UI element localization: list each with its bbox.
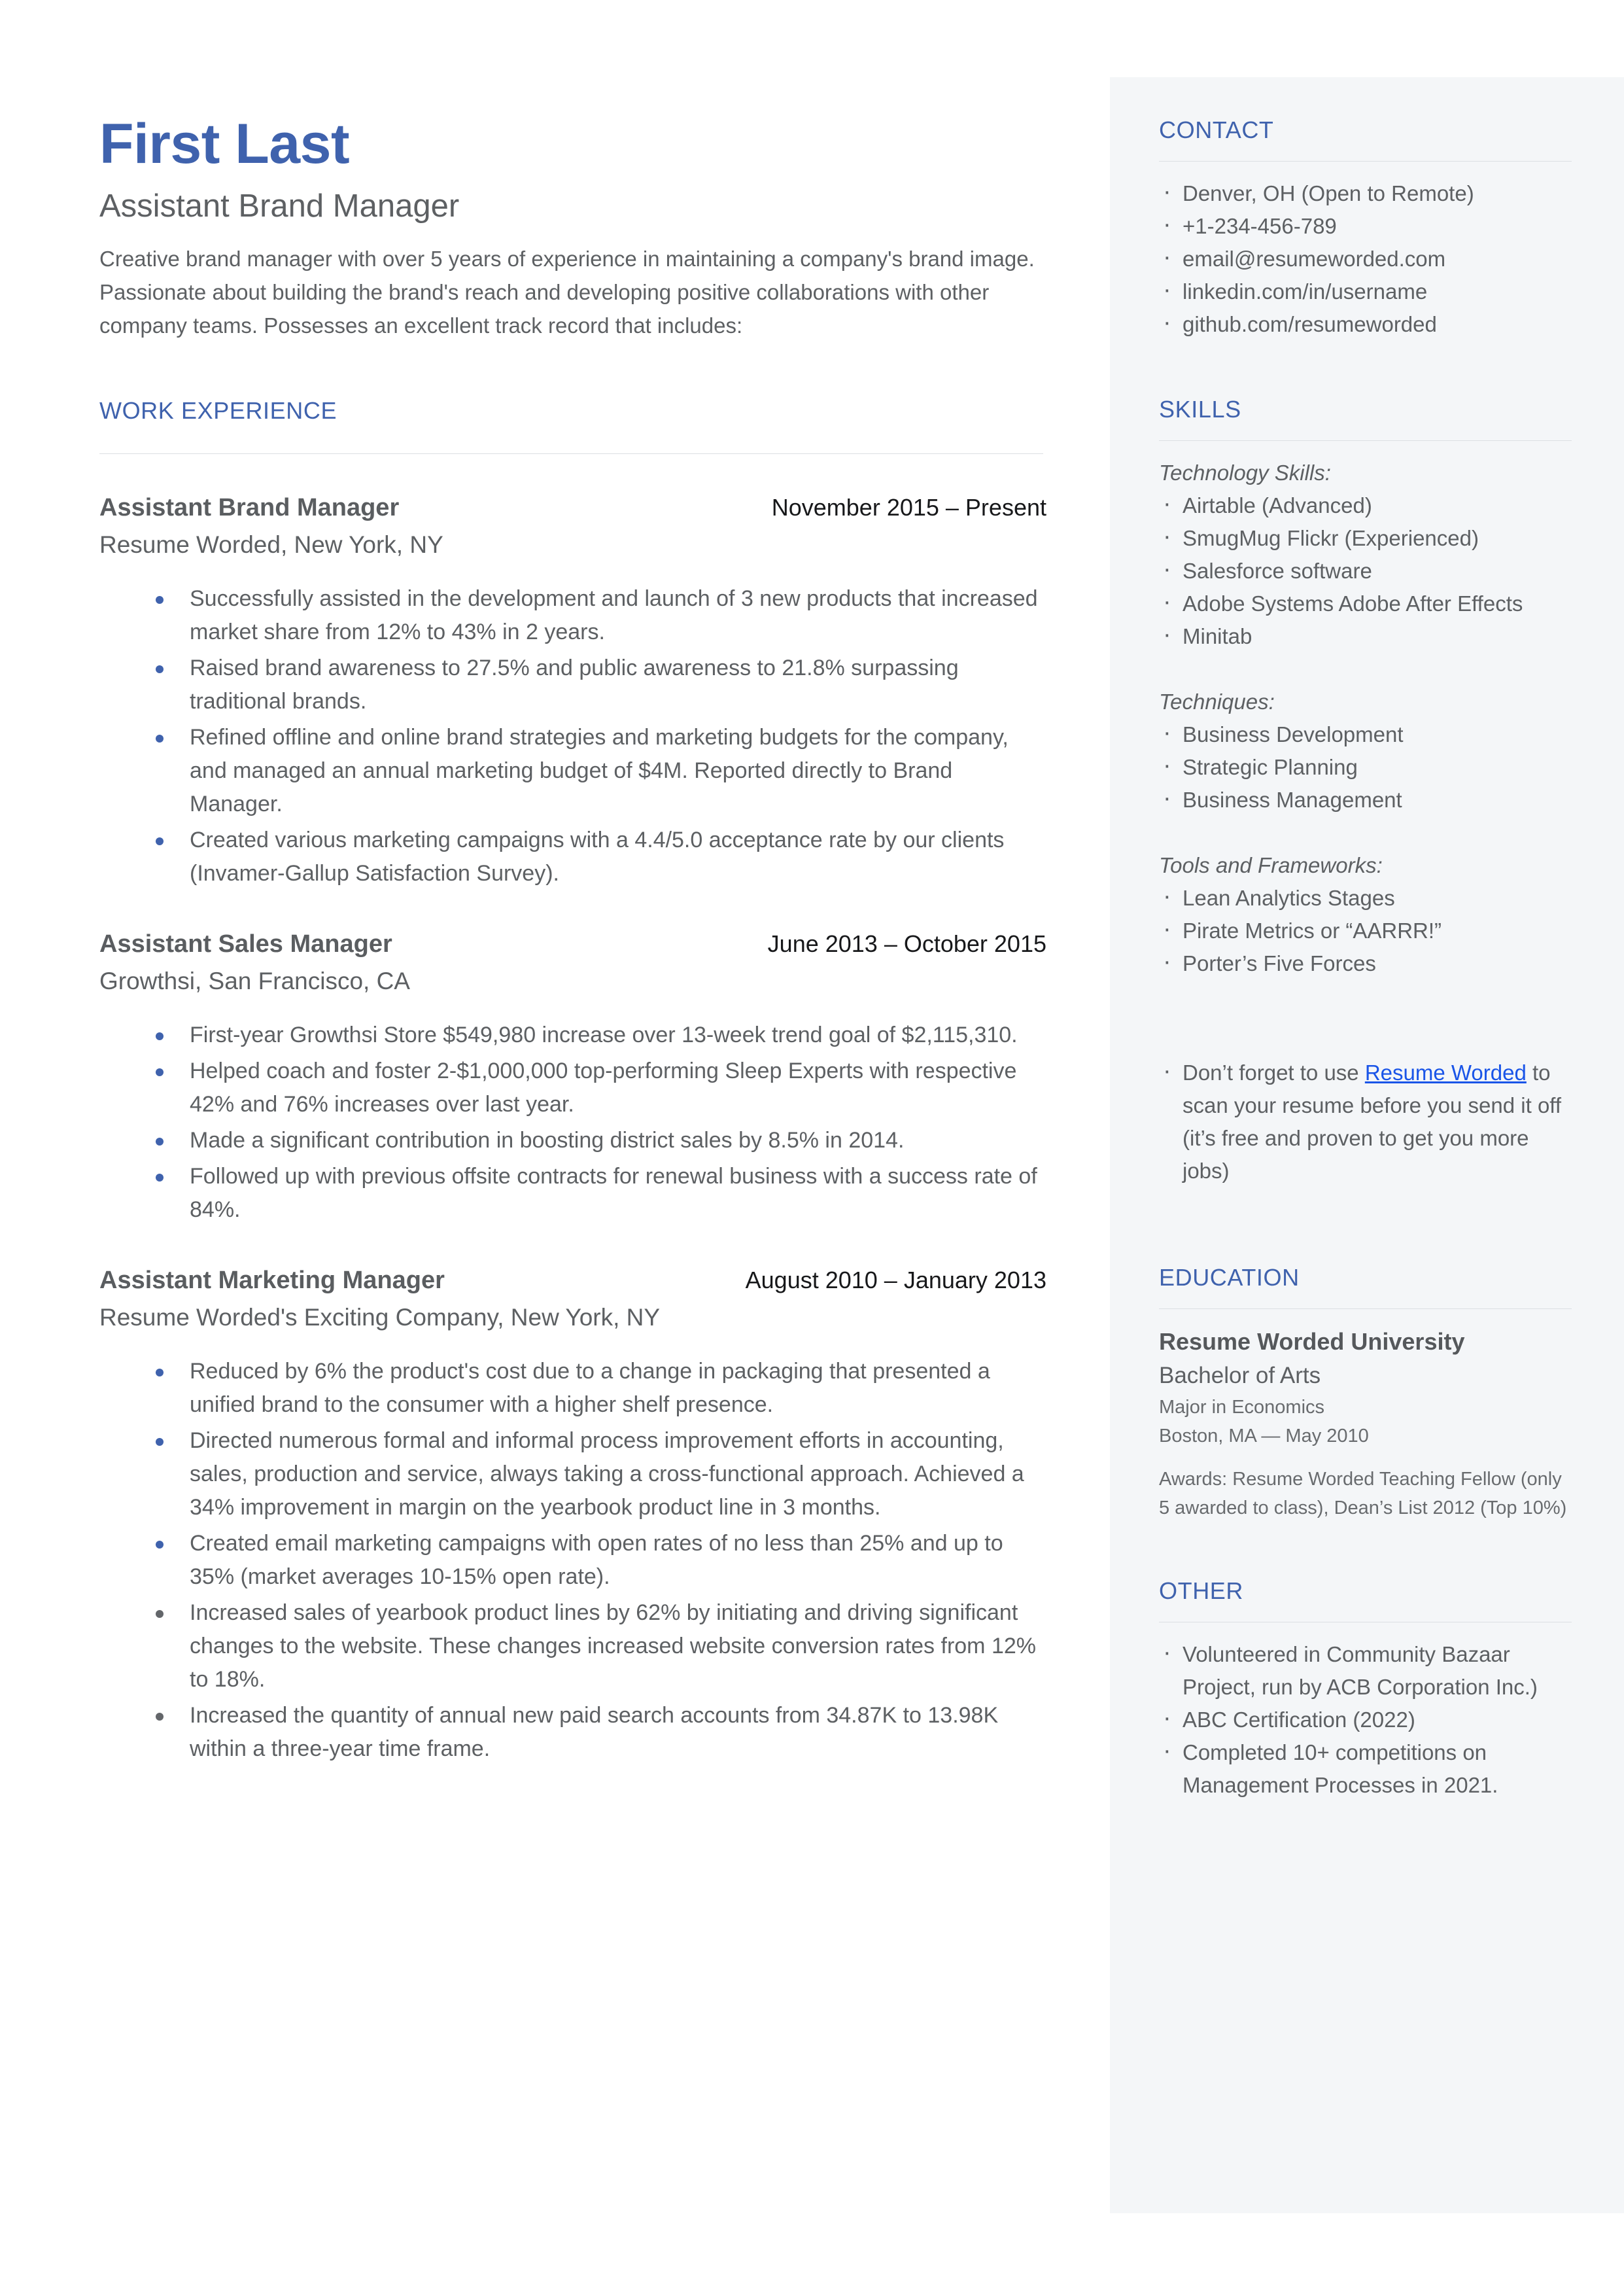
skill-item: Strategic Planning — [1159, 749, 1572, 784]
skill-item: Business Management — [1159, 782, 1572, 816]
job-entry: Assistant Brand Manager November 2015 – P… — [99, 491, 1048, 890]
job-bullet: Reduced by 6% the product's cost due to … — [150, 1355, 1048, 1422]
resume-worded-link[interactable]: Resume Worded — [1365, 1060, 1527, 1085]
job-bullet: Refined offline and online brand strateg… — [150, 721, 1048, 821]
skill-item: Lean Analytics Stages — [1159, 880, 1572, 915]
job-bullet: Helped coach and foster 2-$1,000,000 top… — [150, 1055, 1048, 1121]
job-bullet: Followed up with previous offsite contra… — [150, 1160, 1048, 1227]
job-bullet: Made a significant contribution in boost… — [150, 1124, 1048, 1157]
job-bullet: First-year Growthsi Store $549,980 incre… — [150, 1019, 1048, 1052]
job-dates: November 2015 – Present — [771, 494, 1046, 521]
education-degree: Bachelor of Arts — [1159, 1363, 1321, 1388]
contact-item: linkedin.com/in/username — [1159, 273, 1572, 308]
job-dates: August 2010 – January 2013 — [745, 1267, 1046, 1293]
job-dates: June 2013 – October 2015 — [767, 930, 1046, 957]
skill-item: Pirate Metrics or “AARRR!” — [1159, 913, 1572, 947]
skill-item: Adobe Systems Adobe After Effects — [1159, 586, 1572, 620]
education-major: Major in Economics — [1159, 1397, 1325, 1418]
skill-item: Business Development — [1159, 716, 1572, 751]
job-bullet: Raised brand awareness to 27.5% and publ… — [150, 652, 1048, 718]
sidebar-heading-other: OTHER — [1159, 1577, 1243, 1604]
skills-group-label: Techniques: — [1159, 690, 1275, 714]
skills-group-gap — [1159, 816, 1572, 849]
skills-divider — [1159, 440, 1572, 441]
education-school: Resume Worded University — [1159, 1328, 1465, 1355]
skill-item: Porter’s Five Forces — [1159, 945, 1572, 980]
skill-item: SmugMug Flickr (Experienced) — [1159, 520, 1572, 555]
sidebar-heading-contact: CONTACT — [1159, 116, 1274, 143]
other-item: ABC Certification (2022) — [1159, 1702, 1572, 1736]
other-list: Volunteered in Community Bazaar Project,… — [1159, 1636, 1572, 1802]
job-bullet-list: Reduced by 6% the product's cost due to … — [99, 1355, 1048, 1766]
contact-item: github.com/resumeworded — [1159, 306, 1572, 341]
job-bullet: Increased sales of yearbook product line… — [150, 1596, 1048, 1696]
skills-group-gap — [1159, 653, 1572, 686]
skills-group-label: Technology Skills: — [1159, 461, 1331, 485]
contact-item: +1-234-456-789 — [1159, 208, 1572, 243]
skill-item: Salesforce software — [1159, 553, 1572, 587]
job-title: Assistant Brand Manager — [99, 494, 400, 521]
contact-divider — [1159, 161, 1572, 162]
contact-list: Denver, OH (Open to Remote)+1-234-456-78… — [1159, 175, 1572, 341]
job-bullet: Directed numerous formal and informal pr… — [150, 1424, 1048, 1524]
sidebar-heading-skills: SKILLS — [1159, 396, 1241, 423]
job-company: Resume Worded, New York, NY — [99, 531, 443, 558]
work-experience-divider — [99, 453, 1043, 454]
skills-group-list: Airtable (Advanced) SmugMug Flickr (Expe… — [1159, 487, 1572, 653]
other-item: Completed 10+ competitions on Management… — [1159, 1734, 1572, 1802]
other-item: Volunteered in Community Bazaar Project,… — [1159, 1636, 1572, 1704]
education-awards: Awards: Resume Worded Teaching Fellow (o… — [1159, 1469, 1567, 1518]
job-subtitle: Assistant Brand Manager — [99, 188, 460, 224]
job-bullet: Successfully assisted in the development… — [150, 582, 1048, 649]
skills-group-list: Business Development Strategic Planning … — [1159, 716, 1572, 816]
job-company: Growthsi, San Francisco, CA — [99, 968, 410, 994]
skills-group-list: Lean Analytics Stages Pirate Metrics or … — [1159, 880, 1572, 980]
sidebar-heading-education: EDUCATION — [1159, 1264, 1300, 1291]
resume-page: CONTACT Denver, OH (Open to Remote)+1-23… — [0, 0, 1624, 2295]
skills-group-label: Tools and Frameworks: — [1159, 853, 1383, 877]
job-header: Assistant Marketing Manager August 2010 –… — [99, 1263, 1048, 1297]
skill-item: Minitab — [1159, 618, 1572, 653]
education-location-date: Boston, MA — May 2010 — [1159, 1426, 1369, 1446]
section-heading-work-experience: WORK EXPERIENCE — [99, 397, 337, 424]
job-header: Assistant Brand Manager November 2015 – P… — [99, 491, 1048, 525]
skill-item: Airtable (Advanced) — [1159, 487, 1572, 522]
job-title: Assistant Sales Manager — [99, 930, 392, 958]
job-bullet: Created email marketing campaigns with o… — [150, 1527, 1048, 1594]
summary-paragraph: Creative brand manager with over 5 years… — [99, 247, 1035, 338]
job-list: Assistant Brand Manager November 2015 – P… — [99, 491, 1048, 1766]
page-title: First Last — [99, 113, 350, 175]
sidebar: CONTACT Denver, OH (Open to Remote)+1-23… — [1110, 77, 1624, 2213]
job-header: Assistant Sales Manager June 2013 – Octob… — [99, 927, 1048, 961]
education-divider — [1159, 1308, 1572, 1309]
job-entry: Assistant Marketing Manager August 2010 –… — [99, 1263, 1048, 1766]
promo-prefix: Don’t forget to use — [1183, 1060, 1365, 1085]
promo-text: Don’t forget to use Resume Worded to sca… — [1159, 1055, 1572, 1187]
job-bullet: Increased the quantity of annual new pai… — [150, 1699, 1048, 1766]
job-title: Assistant Marketing Manager — [99, 1267, 445, 1294]
main-column: First Last Assistant Brand Manager Creat… — [99, 0, 1048, 1768]
job-entry: Assistant Sales Manager June 2013 – Octob… — [99, 927, 1048, 1227]
contact-item: Denver, OH (Open to Remote) — [1159, 175, 1572, 210]
job-bullet: Created various marketing campaigns with… — [150, 824, 1048, 890]
contact-item: email@resumeworded.com — [1159, 241, 1572, 275]
job-bullet-list: First-year Growthsi Store $549,980 incre… — [99, 1019, 1048, 1227]
job-company: Resume Worded's Exciting Company, New Yo… — [99, 1304, 661, 1331]
job-bullet-list: Successfully assisted in the development… — [99, 582, 1048, 890]
skills-groups: Technology Skills: Airtable (Advanced) S… — [1159, 457, 1572, 980]
